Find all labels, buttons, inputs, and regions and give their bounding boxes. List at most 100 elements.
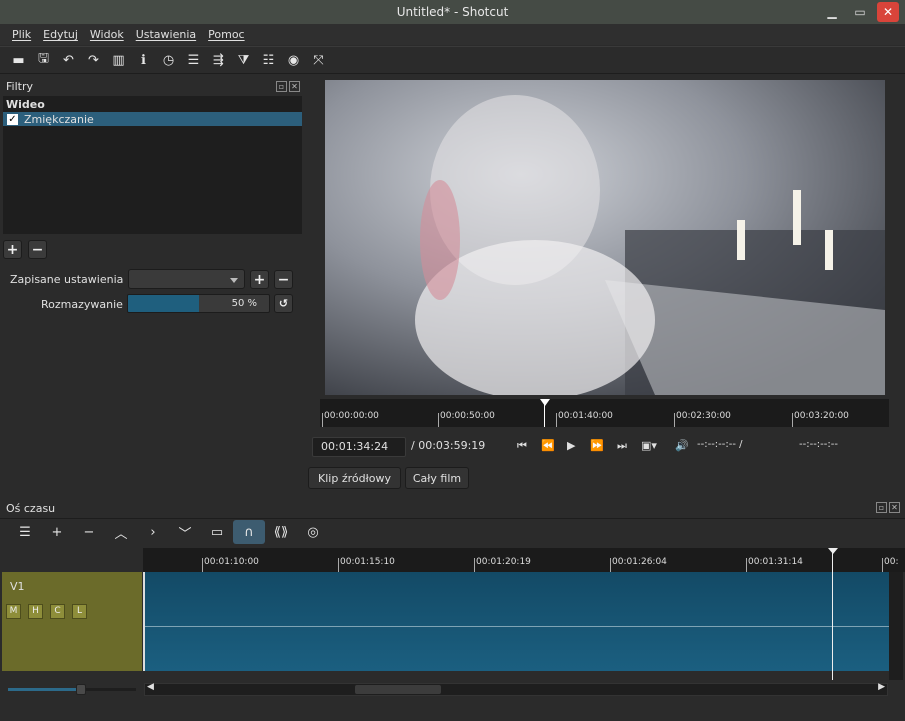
redo-icon[interactable]: ↷ xyxy=(81,48,106,72)
fast-forward-icon[interactable]: ⏩ xyxy=(590,439,604,452)
tab-source[interactable]: Klip źródłowy xyxy=(308,467,401,489)
playlist-icon[interactable]: ☰ xyxy=(181,48,206,72)
menu-file[interactable]: Plik xyxy=(12,28,31,41)
timeline-toolbar: ☰ + − ︿ › ﹀ ▭ ∩ ⟪⟫ ◎ xyxy=(0,518,905,545)
filters-panel-title: Filtry xyxy=(6,80,33,93)
ruler-label: 00:02:30:00 xyxy=(676,411,731,421)
composite-button[interactable]: C xyxy=(50,604,65,619)
peak-meter-icon[interactable]: ▥ xyxy=(106,48,131,72)
ruler-label: 00:00:00:00 xyxy=(324,411,379,421)
remove-filter-button[interactable]: − xyxy=(28,240,47,259)
filter-list: Wideo ✓ Zmiękczanie xyxy=(3,96,302,234)
float-icon[interactable]: ▫ xyxy=(276,81,287,92)
skip-next-icon[interactable]: ⏭ xyxy=(617,439,627,453)
tab-project[interactable]: Cały film xyxy=(405,467,469,489)
timeline-menu-icon[interactable]: ☰ xyxy=(9,520,41,544)
zoom-slider-handle[interactable] xyxy=(76,684,86,695)
play-icon[interactable]: ▶ xyxy=(567,439,575,452)
snap-icon[interactable]: ∩ xyxy=(233,520,265,544)
timeline-ruler[interactable]: 00:01:10:00 00:01:15:10 00:01:20:19 00:0… xyxy=(143,548,905,572)
skip-previous-icon[interactable]: ⏮ xyxy=(517,439,527,453)
video-frame-image xyxy=(325,80,885,395)
delete-preset-button[interactable]: − xyxy=(274,270,293,289)
timeline-bottom-bar: ◀ ▶ xyxy=(0,680,905,721)
playhead-marker-icon xyxy=(540,399,550,406)
properties-icon[interactable]: ℹ xyxy=(131,48,156,72)
filter-item[interactable]: ✓ Zmiękczanie xyxy=(3,112,302,126)
add-filter-button[interactable]: + xyxy=(3,240,22,259)
player-ruler[interactable]: 00:00:00:00 00:00:50:00 00:01:40:00 00:0… xyxy=(320,399,889,427)
timeline-vertical-scrollbar[interactable] xyxy=(889,572,903,682)
playhead-marker-icon xyxy=(828,548,838,554)
close-panel-icon[interactable]: ✕ xyxy=(889,502,900,513)
track-header-v1[interactable]: V1 M H C L xyxy=(2,572,142,671)
blur-slider-fill xyxy=(128,295,199,312)
recent-icon[interactable]: ◷ xyxy=(156,48,181,72)
saved-settings-combo[interactable] xyxy=(128,269,245,289)
timeline-ruler-label: 00: xyxy=(884,557,899,567)
position-timecode[interactable]: 00:01:34:24 xyxy=(312,437,406,457)
volume-icon[interactable]: 🔊 xyxy=(675,439,689,452)
lift-icon[interactable]: ︿ xyxy=(105,520,137,544)
save-icon[interactable]: 🖫 xyxy=(31,48,56,72)
rewind-icon[interactable]: ⏪ xyxy=(541,439,555,452)
zoom-icon[interactable]: ▣▾ xyxy=(641,439,657,452)
minimize-icon[interactable]: ▁ xyxy=(821,2,843,22)
fullscreen-icon[interactable]: ⤧ xyxy=(306,48,331,72)
reset-icon[interactable]: ↺ xyxy=(274,294,293,313)
filter-item-label: Zmiękczanie xyxy=(24,112,94,126)
split-icon[interactable]: ▭ xyxy=(201,520,233,544)
scrollbar-thumb[interactable] xyxy=(355,685,441,694)
blur-slider[interactable]: 50 % xyxy=(127,294,270,313)
timeline-horizontal-scrollbar[interactable]: ◀ ▶ xyxy=(144,682,888,696)
ruler-label: 00:03:20:00 xyxy=(794,411,849,421)
history-icon[interactable]: ⇶ xyxy=(206,48,231,72)
saved-settings-label: Zapisane ustawienia xyxy=(10,273,124,286)
mute-button[interactable]: M xyxy=(6,604,21,619)
video-preview xyxy=(325,80,885,395)
timeline-playhead[interactable] xyxy=(832,548,833,682)
ripple-icon[interactable]: ◎ xyxy=(297,520,329,544)
save-preset-button[interactable]: + xyxy=(250,270,269,289)
scroll-right-icon[interactable]: ▶ xyxy=(878,682,885,692)
track-name: V1 xyxy=(10,580,25,593)
maximize-icon[interactable]: ▭ xyxy=(849,2,871,22)
open-icon[interactable]: ▬ xyxy=(6,48,31,72)
encode-icon[interactable]: ◉ xyxy=(281,48,306,72)
timeline-ruler-label: 00:01:31:14 xyxy=(748,557,803,567)
close-panel-icon[interactable]: ✕ xyxy=(289,81,300,92)
menu-bar: Plik Edytuj Widok Ustawienia Pomoc xyxy=(0,24,905,45)
menu-view[interactable]: Widok xyxy=(90,28,124,41)
timeline-clip[interactable] xyxy=(143,572,889,671)
scrub-icon[interactable]: ⟪⟫ xyxy=(265,520,297,544)
timeline-ruler-label: 00:01:15:10 xyxy=(340,557,395,567)
filter-group-video: Wideo xyxy=(6,98,45,111)
float-icon[interactable]: ▫ xyxy=(876,502,887,513)
timeline-panel-title: Oś czasu xyxy=(6,502,56,515)
undo-icon[interactable]: ↶ xyxy=(56,48,81,72)
remove-icon[interactable]: − xyxy=(73,520,105,544)
scroll-left-icon[interactable]: ◀ xyxy=(147,682,154,692)
zoom-slider-track[interactable] xyxy=(8,684,136,695)
filters-icon[interactable]: ⧩ xyxy=(231,48,256,72)
hide-button[interactable]: H xyxy=(28,604,43,619)
ripple-delete-icon[interactable]: ﹀ xyxy=(169,520,201,544)
timeline-ruler-label: 00:01:10:00 xyxy=(204,557,259,567)
blur-value: 50 % xyxy=(231,298,257,309)
ruler-label: 00:00:50:00 xyxy=(440,411,495,421)
title-bar: Untitled* - Shotcut ▁ ▭ ✕ xyxy=(0,0,905,24)
menu-help[interactable]: Pomoc xyxy=(208,28,244,41)
duration-label: / 00:03:59:19 xyxy=(411,439,486,452)
close-icon[interactable]: ✕ xyxy=(877,2,899,22)
menu-settings[interactable]: Ustawienia xyxy=(136,28,196,41)
window-title: Untitled* - Shotcut xyxy=(396,5,509,19)
checkbox-icon[interactable]: ✓ xyxy=(7,113,18,125)
overwrite-icon[interactable]: › xyxy=(137,520,169,544)
out-point-label: --:--:--:-- xyxy=(799,439,838,450)
clip-divider xyxy=(145,626,889,627)
timeline-icon[interactable]: ☷ xyxy=(256,48,281,72)
timeline-dock-buttons: ▫ ✕ xyxy=(876,502,900,513)
append-icon[interactable]: + xyxy=(41,520,73,544)
lock-button[interactable]: L xyxy=(72,604,87,619)
menu-edit[interactable]: Edytuj xyxy=(43,28,78,41)
